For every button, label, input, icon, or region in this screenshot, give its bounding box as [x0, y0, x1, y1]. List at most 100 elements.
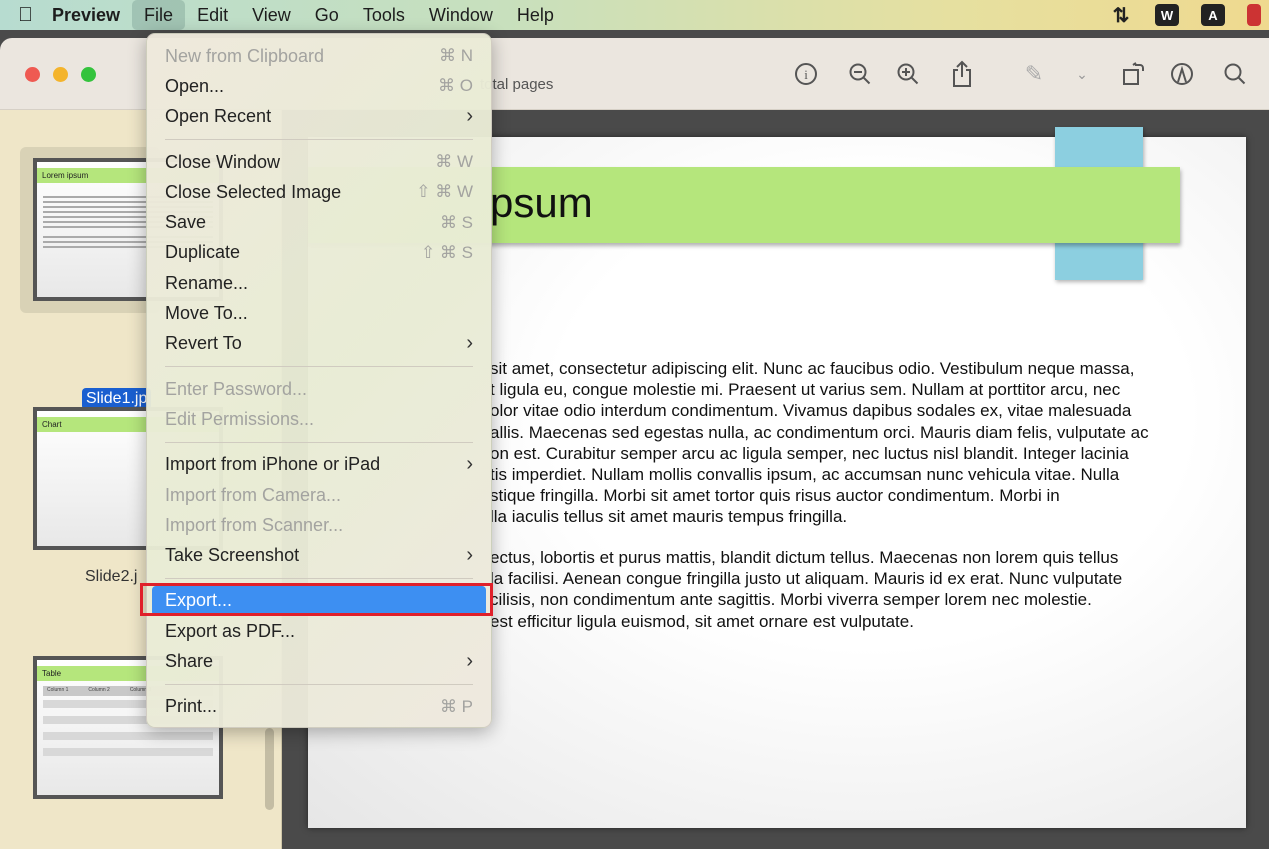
paragraph-2: ectus, lobortis et purus mattis, blandit…: [490, 547, 1122, 632]
paragraph-line: ectus, lobortis et purus mattis, blandit…: [490, 548, 1119, 567]
paragraph-line: est efficitur ligula euismod, sit amet o…: [490, 611, 914, 631]
shortcut-label: ⇧ ⌘ W: [416, 182, 473, 202]
menu-tools[interactable]: Tools: [351, 0, 417, 30]
paragraph-line: la facilisi. Aenean congue fringilla jus…: [490, 569, 1123, 589]
menu-item-label: Export...: [165, 590, 233, 611]
menu-item-label: Import from Scanner...: [165, 514, 344, 535]
search-icon[interactable]: [1221, 60, 1249, 88]
menu-item-export-as-pdf[interactable]: Export as PDF...: [152, 616, 486, 646]
menu-item-label: Import from Camera...: [165, 484, 342, 505]
menu-item-new-from-clipboard: New from Clipboard ⌘ N: [152, 41, 486, 71]
menu-item-duplicate[interactable]: Duplicate ⇧ ⌘ S: [152, 238, 486, 268]
file-menu: New from Clipboard ⌘ N Open... ⌘ O Open Rece…: [146, 33, 492, 728]
menu-item-label: Close Selected Image: [165, 181, 342, 202]
menu-separator: [165, 441, 473, 443]
menu-window[interactable]: Window: [417, 0, 505, 30]
menu-item-label: Close Window: [165, 151, 281, 172]
rotate-icon[interactable]: [1120, 60, 1148, 88]
menu-item-enter-password: Enter Password...: [152, 374, 486, 404]
menu-item-label: Enter Password...: [165, 378, 308, 399]
menu-item-label: Rename...: [165, 272, 249, 293]
menu-item-edit-permissions: Edit Permissions...: [152, 404, 486, 434]
shortcut-label: ⌘ O: [438, 76, 473, 96]
menu-bar:  Preview File Edit View Go Tools Window…: [0, 0, 1269, 30]
menu-item-close-selected-image[interactable]: Close Selected Image ⇧ ⌘ W: [152, 177, 486, 207]
close-window-button[interactable]: [25, 67, 40, 82]
menu-item-save[interactable]: Save ⌘ S: [152, 207, 486, 237]
shortcut-label: ⌘ N: [439, 46, 473, 66]
slide-title: psum: [490, 179, 593, 226]
paragraph-line: tis imperdiet. Nullam mollis convallis i…: [490, 465, 1120, 485]
menu-item-open-recent[interactable]: Open Recent ›: [152, 102, 486, 132]
paragraph-line: cilisis, non condimentum ante sagittis. …: [490, 590, 1092, 610]
shortcut-label: ⌘ W: [435, 152, 473, 172]
menu-item-take-screenshot[interactable]: Take Screenshot ›: [152, 540, 486, 570]
menu-item-move-to[interactable]: Move To...: [152, 298, 486, 328]
menu-separator: [165, 365, 473, 367]
chevron-down-icon[interactable]: ⌄: [1068, 60, 1096, 88]
paragraph-1: sit amet, consectetur adipiscing elit. N…: [490, 358, 1149, 528]
share-icon[interactable]: [948, 60, 976, 88]
menu-item-share[interactable]: Share ›: [152, 646, 486, 676]
menu-file[interactable]: File: [132, 0, 186, 30]
paragraph-line: lla iaculis tellus sit amet mauris tempu…: [490, 507, 848, 527]
shortcut-label: ⌘ S: [439, 212, 473, 232]
menu-item-rename[interactable]: Rename...: [152, 268, 486, 298]
menu-separator: [165, 577, 473, 579]
app-menu[interactable]: Preview: [40, 0, 132, 30]
menu-item-label: Import from iPhone or iPad: [165, 454, 381, 475]
status-items: ⇅ W A: [1109, 0, 1269, 30]
menu-item-label: Revert To: [165, 333, 242, 354]
chevron-right-icon: ›: [466, 105, 473, 128]
info-icon[interactable]: i: [792, 60, 820, 88]
chevron-right-icon: ›: [466, 544, 473, 567]
paragraph-line: t ligula eu, congue molestie mi. Praesen…: [490, 380, 1121, 400]
chevron-right-icon: ›: [466, 332, 473, 355]
menu-separator: [165, 138, 473, 140]
menu-separator: [165, 683, 473, 685]
menu-item-label: Move To...: [165, 303, 248, 324]
chevron-right-icon: ›: [466, 649, 473, 672]
paragraph-line: olor vitae odio interdum condimentum. Vi…: [490, 401, 1132, 421]
paragraph-line: stique fringilla. Morbi sit amet tortor …: [490, 486, 1060, 506]
zoom-in-icon[interactable]: [894, 60, 922, 88]
minimize-window-button[interactable]: [53, 67, 68, 82]
menu-item-label: Open...: [165, 75, 225, 96]
menu-item-label: Save: [165, 212, 207, 233]
menu-item-import-from-camera: Import from Camera...: [152, 480, 486, 510]
menu-item-revert-to[interactable]: Revert To ›: [152, 329, 486, 359]
menu-item-label: Edit Permissions...: [165, 408, 315, 429]
menu-item-label: Export as PDF...: [165, 620, 296, 641]
svg-text:i: i: [804, 67, 808, 82]
menu-item-label: Share: [165, 650, 214, 671]
menu-item-label: Take Screenshot: [165, 545, 300, 566]
paragraph-line: sit amet, consectetur adipiscing elit. N…: [490, 359, 1135, 378]
disconnected-icon[interactable]: [1247, 4, 1261, 26]
zoom-window-button[interactable]: [81, 67, 96, 82]
menu-view[interactable]: View: [240, 0, 303, 30]
menu-help[interactable]: Help: [505, 0, 566, 30]
markup-icon[interactable]: [1168, 60, 1196, 88]
menu-item-label: Duplicate: [165, 242, 241, 263]
acrobat-icon[interactable]: A: [1201, 4, 1225, 26]
menu-item-import-from-scanner: Import from Scanner...: [152, 510, 486, 540]
shortcut-label: ⌘ P: [439, 696, 473, 716]
wps-icon[interactable]: W: [1155, 4, 1179, 26]
sidebar-scrollbar[interactable]: [265, 728, 274, 810]
menu-go[interactable]: Go: [303, 0, 351, 30]
paragraph-line: allis. Maecenas sed egestas nulla, ac co…: [490, 422, 1149, 442]
menu-item-close-window[interactable]: Close Window ⌘ W: [152, 147, 486, 177]
menu-edit[interactable]: Edit: [185, 0, 240, 30]
zoom-out-icon[interactable]: [846, 60, 874, 88]
menu-item-print[interactable]: Print... ⌘ P: [152, 692, 486, 722]
menu-item-import-from-iphone-or-ipad[interactable]: Import from iPhone or iPad ›: [152, 450, 486, 480]
menu-item-open[interactable]: Open... ⌘ O: [152, 71, 486, 101]
menu-item-export[interactable]: Export...: [152, 585, 486, 617]
apple-menu-icon[interactable]: : [0, 0, 40, 30]
sync-icon[interactable]: ⇅: [1109, 4, 1133, 27]
highlight-pen-icon[interactable]: ✎: [1020, 60, 1048, 88]
menu-item-label: Open Recent: [165, 106, 272, 127]
shortcut-label: ⇧ ⌘ S: [420, 242, 473, 262]
thumbnail-label[interactable]: Slide2.j: [85, 568, 137, 586]
chevron-right-icon: ›: [466, 453, 473, 476]
